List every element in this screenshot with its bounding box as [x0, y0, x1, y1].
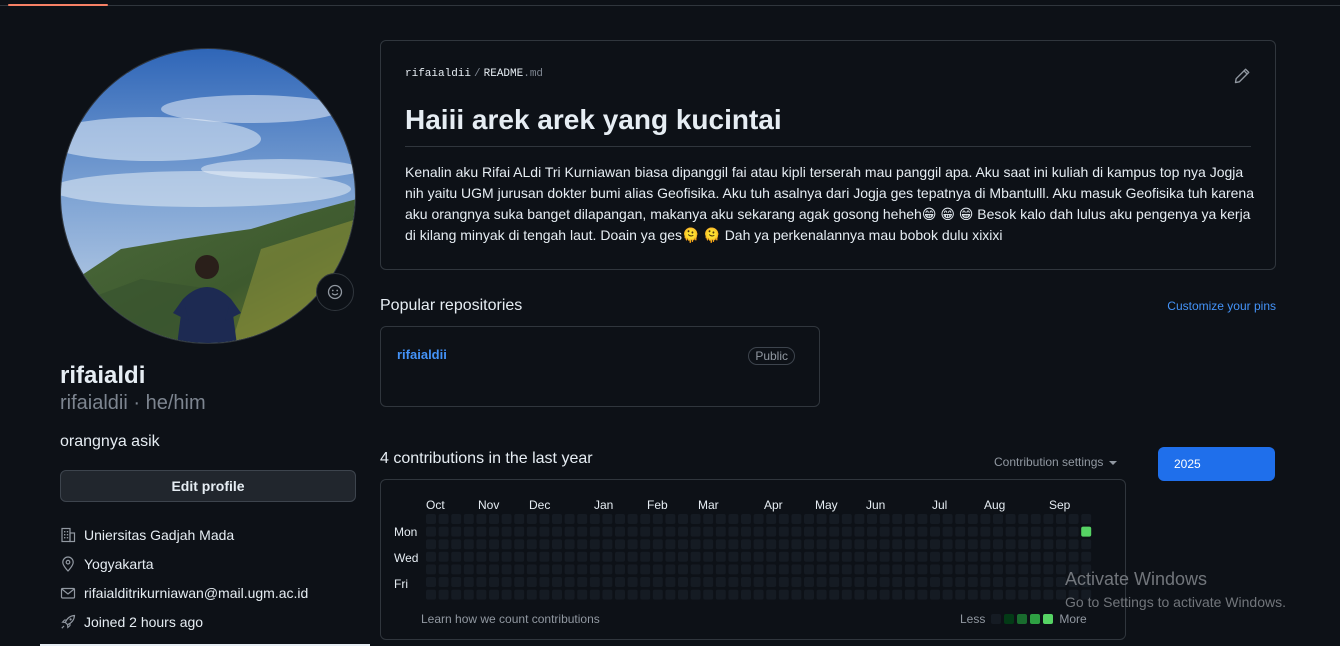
contribution-settings-label[interactable]: Contribution settings	[994, 455, 1103, 469]
year-button-2025[interactable]: 2025	[1158, 447, 1275, 481]
legend-level-1	[1004, 614, 1015, 624]
detail-text: Yogyakarta	[84, 555, 154, 572]
legend-level-3	[1030, 614, 1041, 624]
month-label: Nov	[478, 498, 500, 512]
popular-repos-title: Popular repositories	[380, 297, 523, 314]
month-label: Feb	[647, 498, 668, 512]
detail-email[interactable]: rifaialditrikurniawan@mail.ugm.ac.id	[60, 578, 360, 607]
profile-username: rifaialdii · he/him	[60, 392, 206, 414]
activate-windows-title: Activate Windows	[1065, 569, 1208, 589]
legend-less: Less	[960, 612, 986, 626]
building-icon	[60, 527, 76, 543]
month-label: May	[815, 498, 838, 512]
mail-icon	[60, 585, 76, 601]
month-label: Apr	[764, 498, 783, 512]
avatar-photo	[61, 49, 355, 343]
active-tab-indicator	[8, 4, 108, 6]
contribution-legend: Less More	[960, 612, 1087, 626]
readme-card: rifaialdii / README.md Haiii arek arek yan…	[380, 40, 1276, 270]
path-separator: /	[474, 68, 481, 80]
readme-body: Kenalin aku Rifai ALdi Tri Kurniawan bia…	[405, 164, 1255, 243]
detail-organization: Uniersitas Gadjah Mada	[60, 520, 360, 549]
legend-level-2	[1017, 614, 1028, 624]
profile-details: Uniersitas Gadjah Mada Yogyakarta rifaia…	[60, 520, 360, 636]
edit-readme-button[interactable]	[1233, 67, 1251, 85]
detail-location: Yogyakarta	[60, 549, 360, 578]
month-label: Dec	[529, 498, 551, 512]
avatar[interactable]	[60, 48, 356, 344]
month-label: Jul	[932, 498, 948, 512]
weekday-label: Mon	[394, 525, 418, 539]
readme-path: rifaialdii / README.md	[405, 68, 543, 80]
location-icon	[60, 555, 76, 572]
pencil-icon	[1234, 68, 1250, 84]
learn-contributions-link[interactable]: Learn how we count contributions	[421, 612, 600, 626]
contribution-settings-dropdown[interactable]: Contribution settings	[994, 455, 1118, 469]
profile-name: rifaialdi	[60, 362, 146, 389]
repo-card: rifaialdii Public	[380, 326, 820, 407]
detail-text: Joined 2 hours ago	[84, 613, 204, 630]
readme-file-link[interactable]: README	[484, 68, 524, 80]
set-status-button[interactable]	[316, 273, 354, 311]
detail-joined: Joined 2 hours ago	[60, 607, 360, 636]
top-nav-underline	[0, 0, 1340, 8]
month-label: Aug	[984, 498, 1006, 512]
readme-file-ext: .md	[523, 68, 544, 80]
legend-more: More	[1059, 612, 1087, 626]
rocket-icon	[60, 614, 76, 630]
visibility-badge: Public	[748, 347, 795, 365]
weekday-label: Fri	[394, 577, 408, 591]
edit-profile-button[interactable]: Edit profile	[60, 470, 356, 502]
legend-level-0	[991, 614, 1002, 624]
month-label: Mar	[698, 498, 719, 512]
smiley-icon	[327, 284, 343, 300]
month-label: Sep	[1049, 498, 1071, 512]
month-label: Oct	[426, 498, 445, 512]
repo-name-link[interactable]: rifaialdii	[397, 347, 447, 362]
nav-divider	[0, 5, 1340, 6]
readme-owner-link[interactable]: rifaialdii	[405, 68, 471, 80]
month-label: Jan	[594, 498, 614, 512]
detail-text[interactable]: rifaialditrikurniawan@mail.ugm.ac.id	[84, 585, 308, 601]
profile-bio: orangnya asik	[60, 433, 160, 450]
caret-down-icon	[1109, 460, 1118, 465]
readme-heading: Haiii arek arek yang kucintai	[405, 104, 1251, 147]
contributions-title: 4 contributions in the last year	[380, 450, 593, 467]
customize-pins-link[interactable]: Customize your pins	[1167, 299, 1276, 313]
legend-level-4	[1043, 614, 1054, 624]
weekday-label: Wed	[394, 551, 419, 565]
activate-windows-subtitle: Go to Settings to activate Windows.	[1065, 594, 1286, 610]
detail-text: Uniersitas Gadjah Mada	[84, 526, 235, 543]
month-label: Jun	[866, 498, 886, 512]
